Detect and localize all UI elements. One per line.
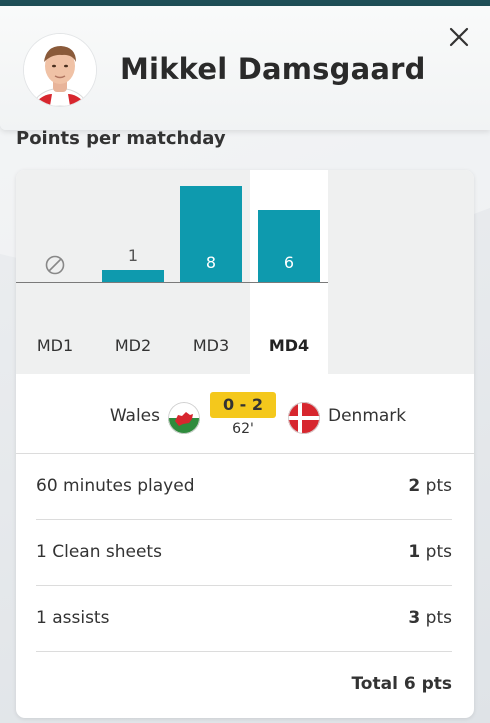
close-button[interactable]	[442, 20, 476, 54]
stat-label: 1 assists	[36, 608, 110, 628]
matchday-label: MD2	[114, 336, 152, 355]
matchday-label: MD1	[36, 336, 74, 355]
bar-value-label: 1	[127, 246, 139, 265]
home-team-name: Wales	[109, 406, 160, 426]
points-chart: MD1 1 MD2 8 MD3 6 MD4	[16, 170, 474, 374]
player-photo	[24, 34, 96, 106]
section-title: Points per matchday	[16, 128, 226, 149]
stat-label: 60 minutes played	[36, 476, 195, 496]
avatar	[24, 34, 96, 106]
stat-points: 3 pts	[408, 608, 452, 628]
close-icon	[449, 27, 469, 47]
match-minute: 62'	[232, 421, 254, 437]
away-team-name: Denmark	[328, 406, 407, 426]
matchday-label: MD3	[192, 336, 230, 355]
total-points: Total 6 pts	[351, 674, 452, 694]
not-played-icon	[44, 254, 66, 280]
denmark-flag-icon	[288, 402, 320, 434]
player-header: Mikkel Damsgaard	[0, 6, 490, 130]
bar-md2	[102, 270, 164, 282]
points-card: MD1 1 MD2 8 MD3 6 MD4 Wales 0 - 2 62' Denmark …	[16, 170, 474, 718]
stat-row-clean-sheets: 1 Clean sheets 1 pts	[36, 520, 452, 586]
stat-row-assists: 1 assists 3 pts	[36, 586, 452, 652]
chart-baseline	[16, 282, 328, 283]
stat-points: 1 pts	[408, 542, 452, 562]
matchday-label: MD4	[268, 336, 310, 355]
player-name: Mikkel Damsgaard	[120, 52, 426, 86]
match-summary: Wales 0 - 2 62' Denmark	[16, 374, 474, 454]
wales-flag-icon	[168, 402, 200, 434]
total-row: Total 6 pts	[36, 652, 452, 718]
score-badge: 0 - 2	[210, 392, 276, 418]
stat-points: 2 pts	[408, 476, 452, 496]
bar-value-label: 6	[283, 253, 295, 272]
bar-value-label: 8	[205, 253, 217, 272]
stat-label: 1 Clean sheets	[36, 542, 162, 562]
stat-row-minutes: 60 minutes played 2 pts	[36, 454, 452, 520]
